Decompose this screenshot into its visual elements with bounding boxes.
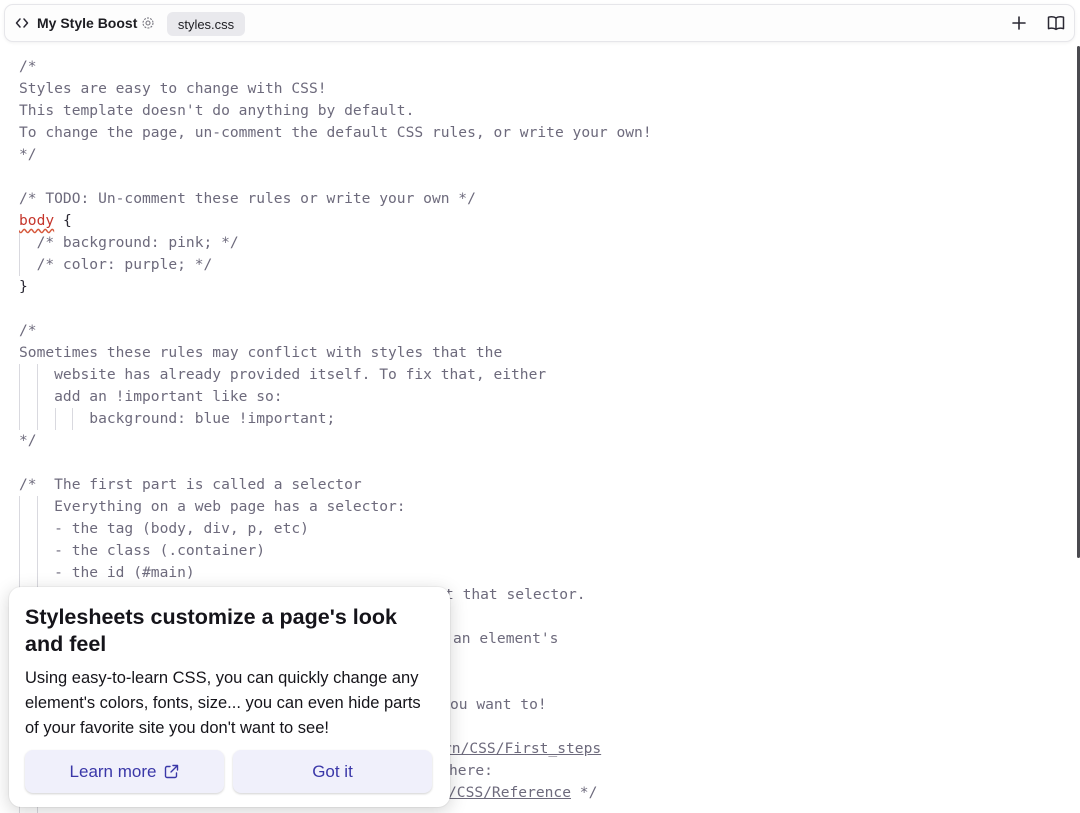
- docs-link-first-steps[interactable]: rn/CSS/First_steps: [443, 740, 601, 757]
- code-line: /* The first part is called a selector: [19, 476, 362, 493]
- brace-open: {: [54, 212, 72, 229]
- got-it-label: Got it: [312, 761, 353, 781]
- code-line: /* color: purple; */: [19, 256, 213, 273]
- code-line: add an !important like so:: [19, 388, 283, 405]
- tab-styles-css[interactable]: styles.css: [167, 12, 245, 36]
- code-line: - the id (#main): [19, 564, 195, 581]
- code-line: /*: [19, 322, 37, 339]
- code-line: */: [19, 432, 37, 449]
- code-line: - the class (.container): [19, 542, 266, 559]
- popup-title: Stylesheets customize a page's look and …: [25, 605, 397, 656]
- got-it-button[interactable]: Got it: [233, 750, 432, 793]
- code-line: /* TODO: Un-comment these rules or write…: [19, 190, 476, 207]
- code-line: website has already provided itself. To …: [19, 366, 547, 383]
- code-line-partial: here:: [449, 762, 493, 779]
- code-line: Everything on a web page has a selector:: [19, 498, 406, 515]
- popup-body: Using easy-to-learn CSS, you can quickly…: [25, 669, 421, 737]
- code-line: Sometimes these rules may conflict with …: [19, 344, 503, 361]
- code-line: /*: [19, 58, 37, 75]
- docs-link-reference[interactable]: /CSS/Reference: [448, 784, 571, 801]
- code-icon[interactable]: [15, 14, 29, 32]
- code-line-partial: t that selector.: [445, 586, 586, 603]
- learn-more-label: Learn more: [69, 761, 157, 781]
- onboarding-popup: Stylesheets customize a page's look and …: [9, 587, 450, 807]
- code-line: /* background: pink; */: [19, 234, 239, 251]
- code-line: background: blue !important;: [19, 410, 336, 427]
- boost-title[interactable]: My Style Boost: [37, 15, 137, 31]
- code-line: - the tag (body, div, p, etc): [19, 520, 309, 537]
- code-line: }: [19, 278, 28, 295]
- code-line: Styles are easy to change with CSS!: [19, 80, 327, 97]
- selector-body: body: [19, 212, 55, 229]
- code-line: To change the page, un-comment the defau…: [19, 124, 652, 141]
- learn-more-button[interactable]: Learn more: [25, 750, 224, 793]
- external-link-icon: [165, 764, 179, 779]
- toolbar: My Style Boost styles.css: [4, 4, 1075, 42]
- plus-icon[interactable]: [1011, 15, 1027, 31]
- book-icon[interactable]: [1047, 15, 1065, 31]
- code-line-partial: rn/CSS/First_steps: [443, 738, 601, 760]
- code-line-partial: an element's: [453, 630, 559, 647]
- gear-icon[interactable]: [141, 16, 155, 30]
- code-line-body-selector: body {: [19, 210, 72, 232]
- code-line: This template doesn't do anything by def…: [19, 102, 415, 119]
- comment-close: */: [571, 784, 598, 801]
- code-line-partial: ou want to!: [450, 696, 547, 713]
- code-line: */: [19, 146, 37, 163]
- code-line-partial: /CSS/Reference */: [448, 782, 597, 804]
